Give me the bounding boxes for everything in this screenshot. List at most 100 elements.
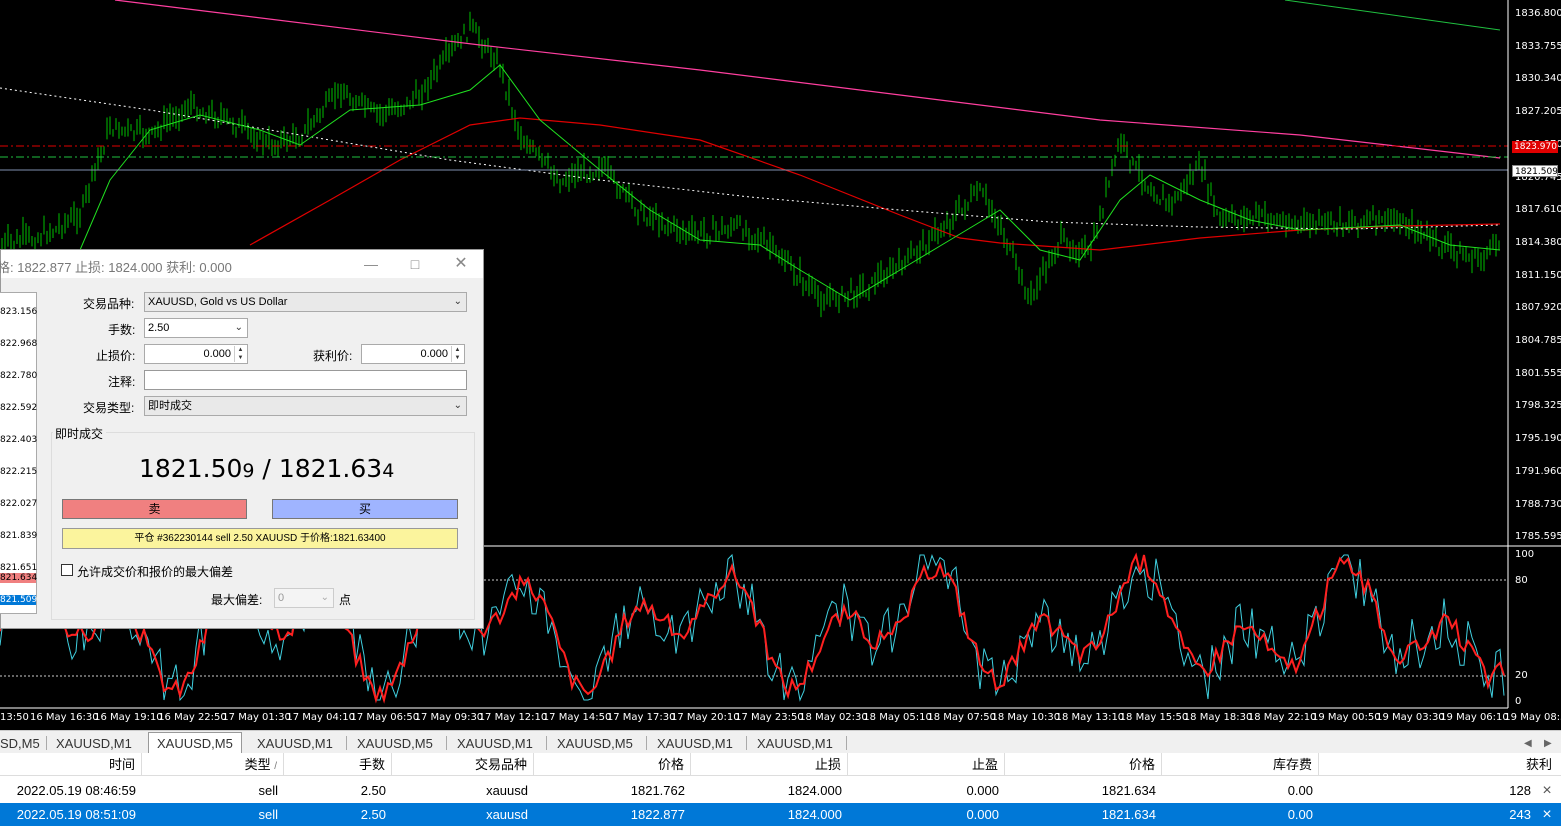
price-axis-label: 1795.190 bbox=[1515, 433, 1561, 445]
symbol-select[interactable]: XAUUSD, Gold vs US Dollar ⌄ bbox=[144, 292, 467, 312]
cell-time: 2022.05.19 08:46:59 bbox=[16, 783, 136, 798]
bid-price: 1821.50 bbox=[139, 454, 243, 483]
tab-divider bbox=[446, 736, 447, 750]
tab-chart[interactable]: XAUUSD,M1 bbox=[657, 734, 733, 753]
chevron-down-icon: ⌄ bbox=[453, 296, 462, 307]
time-axis-label: 17 May 04:10 bbox=[286, 712, 355, 723]
chevron-down-icon: ⌄ bbox=[320, 592, 329, 603]
cell-symbol: xauusd bbox=[486, 783, 528, 798]
oscillator-axis-label: 80 bbox=[1515, 575, 1528, 586]
price-axis-label: 1801.555 bbox=[1515, 367, 1561, 379]
tick-label: 822.780 bbox=[0, 371, 38, 381]
time-axis-label: 16 May 16:30 bbox=[30, 712, 99, 723]
tab-scroll-right-icon[interactable]: ▶ bbox=[1544, 734, 1552, 753]
close-position-icon[interactable]: × bbox=[1537, 803, 1557, 826]
cell-profit: 128 bbox=[1509, 783, 1531, 798]
tab-divider bbox=[46, 736, 47, 750]
time-axis-label: 17 May 23:50 bbox=[735, 712, 804, 723]
terminal-window: 1836.800 1833.755 1830.340 1827.205 1823.970… bbox=[0, 0, 1561, 827]
maximize-icon[interactable]: □ bbox=[405, 254, 425, 274]
stoploss-input[interactable]: 0.000 ▲ ▼ bbox=[144, 344, 248, 364]
tab-chart[interactable]: XAUUSD,M5 bbox=[357, 734, 433, 753]
order-type-label: 交易类型: bbox=[83, 401, 135, 415]
tab-chart-active[interactable]: XAUUSD,M5 bbox=[148, 732, 242, 754]
time-axis-label: 16 May 19:10 bbox=[94, 712, 163, 723]
price-axis-label: 1807.920 bbox=[1515, 302, 1561, 314]
column-header[interactable]: 手数 bbox=[284, 753, 392, 776]
column-header[interactable]: 价格 bbox=[534, 753, 691, 776]
price-axis-label: 1811.150 bbox=[1515, 269, 1561, 281]
tab-scroll-left-icon[interactable]: ◀ bbox=[1524, 734, 1532, 753]
close-position-button[interactable]: 平仓 #362230144 sell 2.50 XAUUSD 于价格:1821.… bbox=[62, 528, 458, 549]
comment-input[interactable] bbox=[144, 370, 467, 390]
takeprofit-input[interactable]: 0.000 ▲ ▼ bbox=[361, 344, 465, 364]
volume-select[interactable]: 2.50 ⌄ bbox=[144, 318, 248, 338]
close-icon[interactable]: ✕ bbox=[451, 254, 471, 274]
tab-chart[interactable]: XAUUSD,M1 bbox=[257, 734, 333, 753]
price-axis-label: 1804.785 bbox=[1515, 335, 1561, 346]
cell-profit: 243 bbox=[1509, 807, 1531, 822]
sell-button[interactable]: 卖 bbox=[62, 499, 247, 519]
tick-label: 823.156 bbox=[0, 307, 38, 317]
spinner-icon[interactable]: ▲ ▼ bbox=[234, 346, 246, 362]
tab-chart[interactable]: XAUUSD,M1 bbox=[56, 734, 132, 753]
price-axis-label: 1785.595 bbox=[1515, 531, 1561, 543]
max-deviation-select[interactable]: 0 ⌄ bbox=[274, 588, 334, 608]
table-header-row: 时间 类型 / 手数 交易品种 价格 止损 止盈 价格 库存费 获利 bbox=[0, 753, 1561, 776]
price-axis-label: 1791.960 bbox=[1515, 465, 1561, 477]
tab-chart[interactable]: XAUUSD,M1 bbox=[757, 734, 833, 753]
tab-chart[interactable]: SD,M5 bbox=[0, 734, 40, 753]
price-axis-label: 1827.205 bbox=[1515, 106, 1561, 118]
time-axis-label: 13:50 bbox=[0, 712, 29, 723]
tab-chart[interactable]: XAUUSD,M5 bbox=[557, 734, 633, 753]
column-header[interactable]: 类型 / bbox=[142, 753, 284, 776]
table-row[interactable]: 2022.05.19 08:46:59 sell 2.50 xauusd 182… bbox=[0, 779, 1561, 802]
volume-label: 手数: bbox=[108, 323, 136, 337]
column-header[interactable]: 库存费 bbox=[1162, 753, 1319, 776]
column-header[interactable]: 时间 bbox=[0, 753, 142, 776]
cell-current-price: 1821.634 bbox=[1101, 807, 1156, 822]
column-header[interactable]: 交易品种 bbox=[392, 753, 534, 776]
order-dialog: 格: 1822.877 止损: 1824.000 获利: 0.000 — □ ✕… bbox=[0, 249, 484, 629]
spinner-icon[interactable]: ▲ ▼ bbox=[451, 346, 463, 362]
order-type-select[interactable]: 即时成交 ⌄ bbox=[144, 396, 467, 416]
column-header[interactable]: 价格 bbox=[1005, 753, 1162, 776]
cell-type: sell bbox=[258, 783, 278, 798]
ask-price: 1821.63 bbox=[278, 454, 383, 483]
chart-tabs-bar: SD,M5 XAUUSD,M1 XAUUSD,M5 XAUUSD,M1 XAUU… bbox=[0, 730, 1561, 754]
close-position-icon[interactable]: × bbox=[1537, 779, 1557, 802]
time-axis-label: 19 May 00:50 bbox=[1312, 712, 1381, 723]
column-header[interactable]: 止损 bbox=[691, 753, 848, 776]
dialog-body: 823.156 822.968 822.780 822.592 822.403 … bbox=[0, 278, 483, 630]
quote-display: 1821.509 / 1821.634 bbox=[139, 454, 394, 483]
dialog-titlebar[interactable]: 格: 1822.877 止损: 1824.000 获利: 0.000 — □ ✕ bbox=[0, 250, 483, 278]
dialog-title: 格: 1822.877 止损: 1824.000 获利: 0.000 bbox=[0, 260, 232, 275]
tick-label: 821.839 bbox=[0, 531, 38, 541]
time-axis-label: 17 May 14:50 bbox=[542, 712, 612, 723]
time-axis-label: 17 May 01:30 bbox=[222, 712, 291, 723]
symbol-value: XAUUSD, Gold vs US Dollar bbox=[148, 296, 288, 308]
column-header[interactable]: 获利 bbox=[1319, 753, 1558, 776]
tab-divider bbox=[646, 736, 647, 750]
chevron-down-icon: ⌄ bbox=[234, 322, 243, 333]
time-axis-label: 19 May 03:30 bbox=[1376, 712, 1445, 723]
cell-swap: 0.00 bbox=[1287, 807, 1313, 822]
sl-price-tag: 1823.970 bbox=[1512, 141, 1558, 153]
tab-chart[interactable]: XAUUSD,M1 bbox=[457, 734, 533, 753]
time-axis-label: 19 May 08:50 bbox=[1504, 712, 1561, 723]
max-deviation-label: 最大偏差: bbox=[211, 593, 263, 607]
cell-price: 1821.762 bbox=[630, 783, 685, 798]
points-label: 点 bbox=[339, 593, 352, 607]
column-header[interactable]: 止盈 bbox=[848, 753, 1005, 776]
tab-divider bbox=[746, 736, 747, 750]
tick-chart-panel: 823.156 822.968 822.780 822.592 822.403 … bbox=[0, 292, 37, 614]
tab-divider bbox=[546, 736, 547, 750]
time-axis-label: 19 May 06:10 bbox=[1440, 712, 1509, 723]
time-axis-label: 17 May 20:10 bbox=[671, 712, 740, 723]
minimize-icon[interactable]: — bbox=[361, 254, 381, 274]
buy-button[interactable]: 买 bbox=[272, 499, 458, 519]
cell-volume: 2.50 bbox=[360, 807, 386, 822]
time-axis-label: 17 May 09:30 bbox=[414, 712, 484, 723]
deviation-checkbox[interactable] bbox=[61, 564, 73, 576]
table-row-selected[interactable]: 2022.05.19 08:51:09 sell 2.50 xauusd 182… bbox=[0, 803, 1561, 826]
